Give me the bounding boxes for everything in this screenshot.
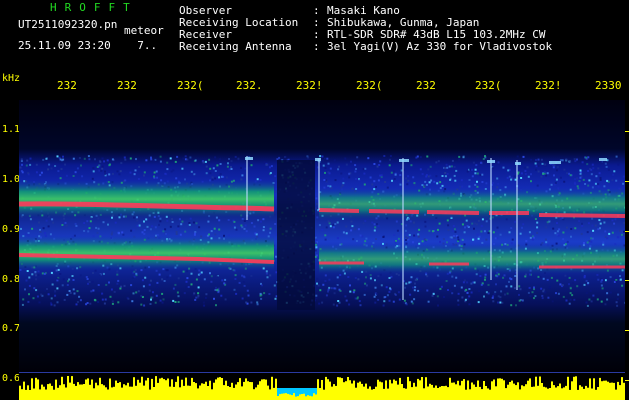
header-observer-value: Masaki Kano [327, 4, 400, 17]
x-tick-label: 232! [535, 79, 562, 92]
header-antenna-colon: : [313, 40, 320, 53]
header-location-value: Shibukawa, Gunma, Japan [327, 16, 480, 29]
y-tick-label: 1.0 [2, 174, 21, 185]
dropout-gap [277, 160, 315, 310]
x-tick-label: 232 [117, 79, 137, 92]
header-antenna-value: 3el Yagi(V) Az 330 for Vladivostok [327, 40, 553, 53]
header-observer-colon: : [313, 4, 320, 17]
upper-band-glow [19, 180, 274, 218]
axis-tick-mark [625, 131, 629, 132]
header-location-label: Receiving Location [179, 16, 299, 29]
x-tick-label: 232 [57, 79, 77, 92]
axis-tick-mark [625, 230, 629, 232]
y-axis-unit: kHz [2, 73, 21, 84]
meteor-label: meteor [124, 24, 164, 37]
y-tick-label: 0.7 [2, 323, 21, 334]
axis-tick-mark [625, 180, 629, 182]
header-antenna-label: Receiving Antenna [179, 40, 292, 53]
y-tick-label: 0.9 [2, 224, 21, 235]
datetime: 25.11.09 23:20 [18, 39, 111, 52]
y-tick-label: 0.6 [2, 373, 21, 384]
header-receiver-value: RTL-SDR SDR# 43dB L15 103.2MHz CW [327, 28, 546, 41]
header-receiver-colon: : [313, 28, 320, 41]
x-tick-label: 232( [356, 79, 383, 92]
axis-tick-mark [625, 380, 629, 381]
x-tick-label: 232 [416, 79, 436, 92]
x-tick-label: 232! [296, 79, 323, 92]
y-tick-label: 0.8 [2, 274, 21, 285]
y-tick-label: 1.1 [2, 124, 21, 135]
x-tick-label: 232( [177, 79, 204, 92]
spectrogram-canvas [19, 100, 625, 372]
header-location-colon: : [313, 16, 320, 29]
axis-tick-mark [625, 280, 629, 282]
frame-index: 7.. [137, 39, 158, 52]
x-tick-label: 2330 [595, 79, 622, 92]
x-tick-label: 232. [236, 79, 263, 92]
app-title: HROFFT [50, 1, 138, 14]
header-receiver-label: Receiver [179, 28, 232, 41]
axis-tick-mark [625, 330, 629, 332]
lower-band-glow [19, 236, 274, 270]
level-separator [19, 372, 625, 373]
datetime-row: 25.11.09 23:20 7.. [18, 40, 157, 51]
file-name: UT2511092320.pn [18, 18, 118, 31]
signal-level-strip [19, 374, 625, 400]
lower-band-glow [319, 244, 625, 274]
x-tick-label: 232( [475, 79, 502, 92]
header-observer-label: Observer [179, 4, 232, 17]
